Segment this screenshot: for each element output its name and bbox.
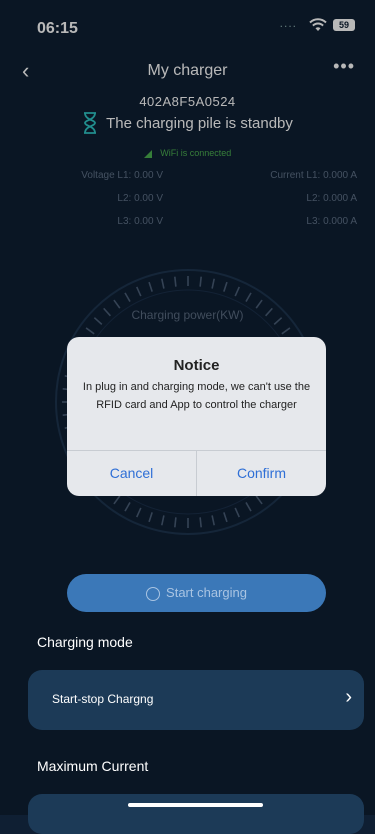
notice-dialog: Notice In plug in and charging mode, we …	[67, 337, 326, 496]
start-charging-label: Start charging	[166, 585, 247, 600]
charging-mode-value: Start-stop Chargng	[52, 692, 154, 706]
chevron-right-icon: ›	[345, 686, 352, 708]
dialog-message: In plug in and charging mode, we can't u…	[82, 381, 311, 411]
charging-mode-selector[interactable]: Start-stop Chargng ›	[28, 670, 364, 730]
dialog-title: Notice	[173, 357, 220, 374]
power-icon	[146, 586, 161, 601]
home-indicator	[128, 803, 263, 807]
start-charging-button[interactable]: Start charging	[67, 574, 326, 612]
cancel-button[interactable]: Cancel	[67, 450, 196, 496]
max-current-heading: Maximum Current	[37, 758, 149, 774]
max-current-card[interactable]	[28, 794, 364, 834]
confirm-button[interactable]: Confirm	[197, 450, 326, 496]
charging-mode-heading: Charging mode	[37, 634, 133, 650]
